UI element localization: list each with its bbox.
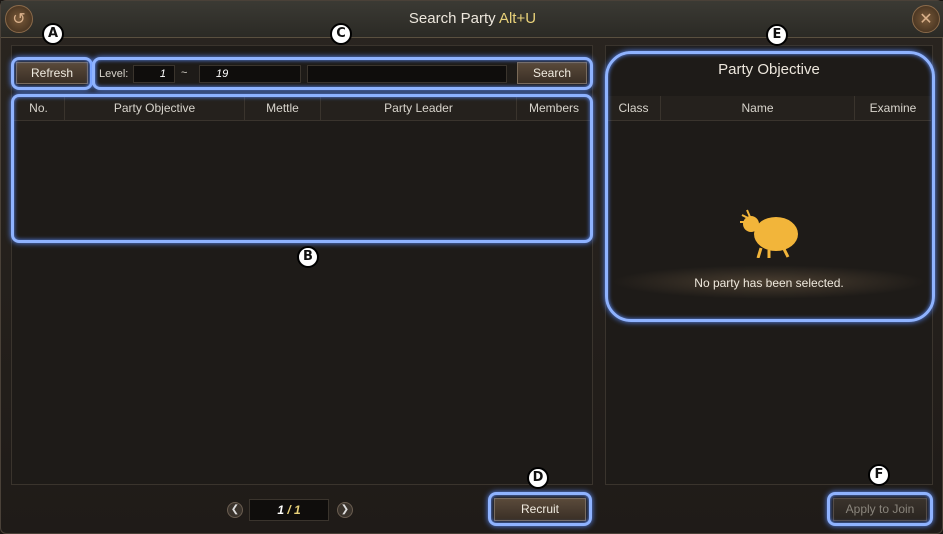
empty-state-message: No party has been selected. [694, 276, 844, 290]
column-no[interactable]: No. [13, 96, 65, 120]
level-range-separator: ~ [181, 67, 188, 79]
level-label: Level: [99, 68, 129, 80]
member-list[interactable] [607, 121, 931, 483]
chevron-left-icon: ❮ [230, 504, 240, 515]
member-table-header: Class Name Examine [607, 96, 931, 121]
hotkey-label: Alt+U [498, 10, 537, 27]
window-title-text: Search Party [408, 10, 496, 27]
callout-d-badge: D [527, 467, 549, 489]
column-members[interactable]: Members [517, 96, 591, 120]
party-table-header: No. Party Objective Mettle Party Leader … [13, 96, 591, 121]
close-icon: ✕ [919, 11, 933, 28]
search-button[interactable]: Search [517, 62, 587, 84]
callout-e-badge: E [766, 24, 788, 46]
chevron-right-icon: ❯ [340, 504, 350, 515]
level-max-input[interactable]: 19 [199, 65, 301, 83]
level-min-input[interactable]: 1 [133, 65, 175, 83]
refresh-button[interactable]: Refresh [16, 62, 88, 84]
mascot-icon [740, 209, 798, 258]
title-bar[interactable]: ↺ Search Party Alt+U ✕ [1, 1, 943, 38]
callout-a-badge: A [42, 23, 64, 45]
window-title: Search Party Alt+U [1, 10, 943, 27]
close-button[interactable]: ✕ [912, 5, 940, 33]
current-page: 1 [277, 503, 284, 517]
prev-page-button[interactable]: ❮ [227, 502, 243, 518]
callout-b-badge: B [297, 246, 319, 268]
party-objective-title: Party Objective [718, 61, 820, 78]
callout-c-badge: C [330, 23, 352, 45]
recruit-button[interactable]: Recruit [494, 498, 586, 521]
total-pages: / 1 [287, 503, 301, 517]
callout-f-badge: F [868, 464, 890, 486]
search-party-window: ↺ Search Party Alt+U ✕ Refresh Level: 1 … [0, 0, 943, 534]
column-mettle[interactable]: Mettle [245, 96, 321, 120]
column-examine[interactable]: Examine [855, 96, 931, 120]
column-party-objective[interactable]: Party Objective [65, 96, 245, 120]
search-input[interactable] [307, 65, 507, 83]
column-party-leader[interactable]: Party Leader [321, 96, 517, 120]
column-name[interactable]: Name [661, 96, 855, 120]
next-page-button[interactable]: ❯ [337, 502, 353, 518]
party-list[interactable] [13, 121, 591, 483]
page-indicator: 1 / 1 [249, 499, 329, 521]
column-class[interactable]: Class [607, 96, 661, 120]
apply-to-join-button[interactable]: Apply to Join [833, 498, 927, 521]
